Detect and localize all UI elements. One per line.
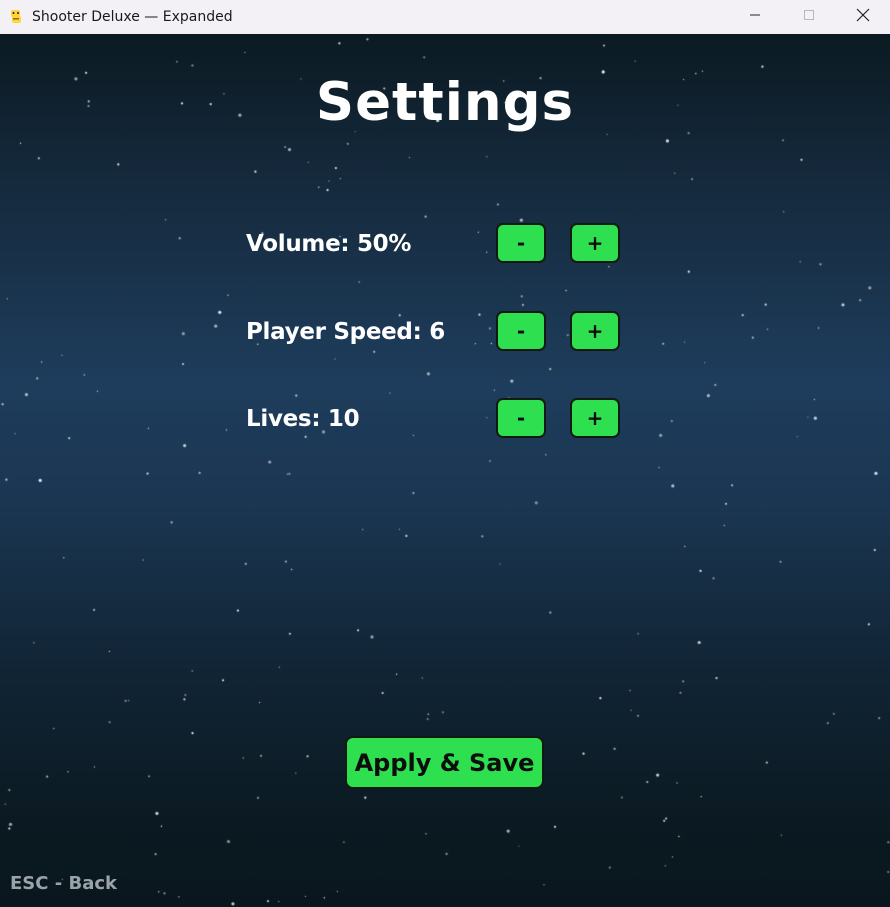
volume-label: Volume: 50%: [246, 231, 412, 257]
lives-increase-button[interactable]: +: [570, 398, 620, 438]
close-icon: [856, 8, 870, 27]
player-speed-increase-button[interactable]: +: [570, 311, 620, 351]
apply-save-button[interactable]: Apply & Save: [345, 736, 544, 789]
volume-increase-button[interactable]: +: [570, 223, 620, 263]
close-button[interactable]: [836, 0, 890, 34]
window-controls: [728, 0, 890, 34]
minimize-icon: [749, 8, 761, 26]
title-bar[interactable]: Shooter Deluxe — Expanded: [0, 0, 890, 34]
maximize-icon: [803, 8, 815, 26]
player-speed-label: Player Speed: 6: [246, 319, 445, 345]
lives-decrease-button[interactable]: -: [496, 398, 546, 438]
volume-decrease-button[interactable]: -: [496, 223, 546, 263]
window-title: Shooter Deluxe — Expanded: [32, 9, 233, 25]
lives-label: Lives: 10: [246, 406, 360, 432]
python-snake-icon: [8, 9, 24, 25]
player-speed-decrease-button[interactable]: -: [496, 311, 546, 351]
app-window: Shooter Deluxe — Expanded Settings Volum…: [0, 0, 890, 907]
page-title: Settings: [315, 72, 575, 133]
minimize-button[interactable]: [728, 0, 782, 34]
esc-back-hint: ESC - Back: [10, 873, 117, 894]
game-canvas[interactable]: Settings Volume: 50% - + Player Speed: 6…: [0, 34, 890, 907]
maximize-button[interactable]: [782, 0, 836, 34]
